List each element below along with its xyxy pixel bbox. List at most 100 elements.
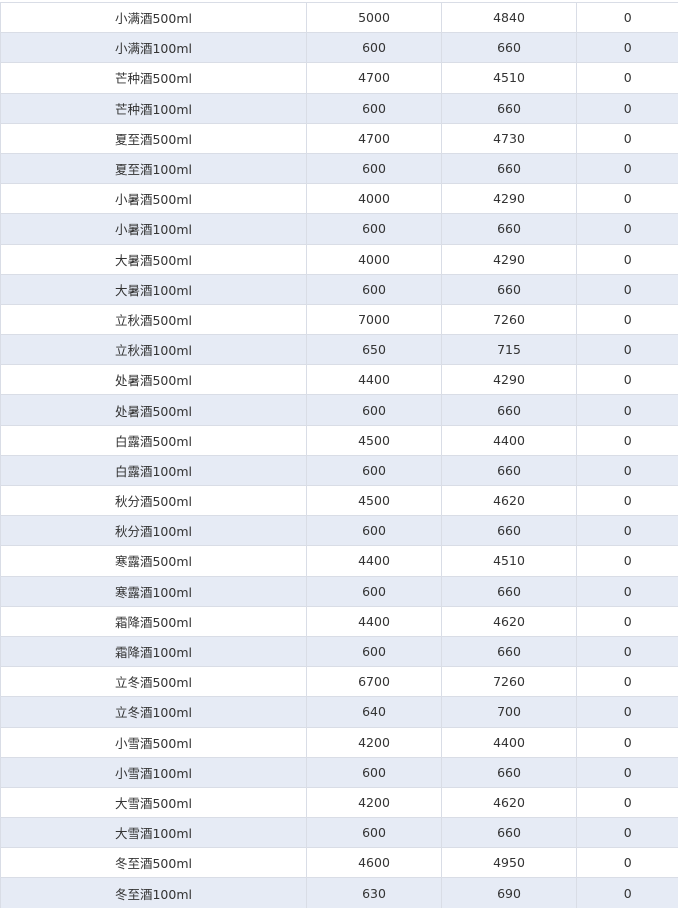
value-cell-3: 0 — [576, 847, 678, 879]
value-cell-1: 600 — [306, 575, 442, 607]
value-cell-2: 4620 — [441, 484, 577, 517]
value-cell-3: 0 — [576, 243, 678, 275]
value-cell-2: 715 — [441, 334, 577, 366]
table-row: 寒露酒500ml 4400 4510 0 — [0, 545, 678, 577]
value-cell-1: 6700 — [306, 666, 442, 698]
value-cell-3: 0 — [576, 152, 678, 185]
product-name-cell: 冬至酒100ml — [0, 877, 307, 908]
value-cell-1: 600 — [306, 32, 442, 64]
value-cell-3: 0 — [576, 545, 678, 577]
value-cell-2: 660 — [441, 575, 577, 607]
value-cell-1: 600 — [306, 273, 442, 305]
value-cell-3: 0 — [576, 515, 678, 547]
product-name-cell: 大雪酒100ml — [0, 817, 307, 849]
value-cell-3: 0 — [576, 786, 678, 819]
value-cell-2: 700 — [441, 696, 577, 728]
value-cell-1: 640 — [306, 696, 442, 728]
value-cell-2: 660 — [441, 32, 577, 64]
table-row: 秋分酒100ml 600 660 0 — [0, 515, 678, 547]
value-cell-3: 0 — [576, 122, 678, 154]
table-row: 立冬酒500ml 6700 7260 0 — [0, 666, 678, 698]
value-cell-1: 4200 — [306, 786, 442, 819]
value-cell-2: 660 — [441, 817, 577, 849]
table-row: 夏至酒500ml 4700 4730 0 — [0, 122, 678, 154]
value-cell-3: 0 — [576, 575, 678, 607]
value-cell-2: 4290 — [441, 243, 577, 275]
table-row: 立秋酒100ml 650 715 0 — [0, 334, 678, 366]
value-cell-3: 0 — [576, 364, 678, 396]
product-name-cell: 大暑酒100ml — [0, 273, 307, 305]
table-row: 寒露酒100ml 600 660 0 — [0, 575, 678, 607]
product-table: 小满酒500ml 5000 4840 0 小满酒100ml 600 660 0 芒种酒500ml… — [0, 1, 678, 908]
table-row: 冬至酒500ml 4600 4950 0 — [0, 847, 678, 879]
value-cell-1: 630 — [306, 877, 442, 908]
product-name-cell: 冬至酒500ml — [0, 847, 307, 879]
value-cell-3: 0 — [576, 454, 678, 487]
product-name-cell: 立冬酒100ml — [0, 696, 307, 728]
value-cell-1: 4700 — [306, 62, 442, 94]
table-row: 冬至酒100ml 630 690 0 — [0, 877, 678, 908]
value-cell-2: 660 — [441, 213, 577, 245]
value-cell-2: 4510 — [441, 545, 577, 577]
product-name-cell: 芒种酒100ml — [0, 92, 307, 124]
product-name-cell: 立冬酒500ml — [0, 666, 307, 698]
product-name-cell: 芒种酒500ml — [0, 62, 307, 94]
value-cell-3: 0 — [576, 92, 678, 124]
value-cell-2: 4950 — [441, 847, 577, 879]
product-name-cell: 霜降酒100ml — [0, 635, 307, 668]
value-cell-3: 0 — [576, 1, 678, 34]
value-cell-1: 600 — [306, 213, 442, 245]
value-cell-2: 4290 — [441, 364, 577, 396]
value-cell-1: 4000 — [306, 183, 442, 215]
value-cell-3: 0 — [576, 726, 678, 758]
value-cell-3: 0 — [576, 605, 678, 637]
product-name-cell: 夏至酒100ml — [0, 152, 307, 185]
product-name-cell: 处暑酒500ml — [0, 394, 307, 426]
table-row: 夏至酒100ml 600 660 0 — [0, 152, 678, 185]
value-cell-3: 0 — [576, 32, 678, 64]
value-cell-1: 600 — [306, 635, 442, 668]
value-cell-3: 0 — [576, 273, 678, 305]
value-cell-2: 7260 — [441, 303, 577, 336]
value-cell-2: 7260 — [441, 666, 577, 698]
product-name-cell: 夏至酒500ml — [0, 122, 307, 154]
value-cell-3: 0 — [576, 696, 678, 728]
product-name-cell: 大暑酒500ml — [0, 243, 307, 275]
value-cell-1: 600 — [306, 152, 442, 185]
value-cell-1: 4500 — [306, 424, 442, 456]
product-table-container: 小满酒500ml 5000 4840 0 小满酒100ml 600 660 0 芒种酒500ml… — [0, 0, 678, 908]
value-cell-1: 600 — [306, 817, 442, 849]
value-cell-2: 4840 — [441, 1, 577, 34]
value-cell-1: 4600 — [306, 847, 442, 879]
product-name-cell: 小雪酒500ml — [0, 726, 307, 758]
product-name-cell: 白露酒100ml — [0, 454, 307, 487]
value-cell-2: 660 — [441, 635, 577, 668]
value-cell-3: 0 — [576, 666, 678, 698]
value-cell-1: 600 — [306, 454, 442, 487]
value-cell-1: 7000 — [306, 303, 442, 336]
value-cell-2: 4290 — [441, 183, 577, 215]
table-row: 白露酒100ml 600 660 0 — [0, 454, 678, 487]
value-cell-2: 690 — [441, 877, 577, 908]
value-cell-1: 4400 — [306, 545, 442, 577]
value-cell-3: 0 — [576, 635, 678, 668]
table-row: 秋分酒500ml 4500 4620 0 — [0, 484, 678, 517]
product-name-cell: 霜降酒500ml — [0, 605, 307, 637]
value-cell-3: 0 — [576, 394, 678, 426]
table-row: 小雪酒100ml 600 660 0 — [0, 756, 678, 788]
value-cell-2: 660 — [441, 152, 577, 185]
value-cell-2: 4400 — [441, 726, 577, 758]
value-cell-3: 0 — [576, 877, 678, 908]
value-cell-1: 600 — [306, 515, 442, 547]
value-cell-1: 600 — [306, 394, 442, 426]
table-row: 大雪酒500ml 4200 4620 0 — [0, 786, 678, 819]
product-name-cell: 立秋酒100ml — [0, 334, 307, 366]
value-cell-3: 0 — [576, 213, 678, 245]
product-name-cell: 寒露酒500ml — [0, 545, 307, 577]
product-name-cell: 小暑酒500ml — [0, 183, 307, 215]
value-cell-2: 4620 — [441, 605, 577, 637]
table-body: 小满酒500ml 5000 4840 0 小满酒100ml 600 660 0 芒种酒500ml… — [0, 1, 678, 908]
value-cell-1: 4200 — [306, 726, 442, 758]
value-cell-2: 660 — [441, 273, 577, 305]
product-name-cell: 大雪酒500ml — [0, 786, 307, 819]
